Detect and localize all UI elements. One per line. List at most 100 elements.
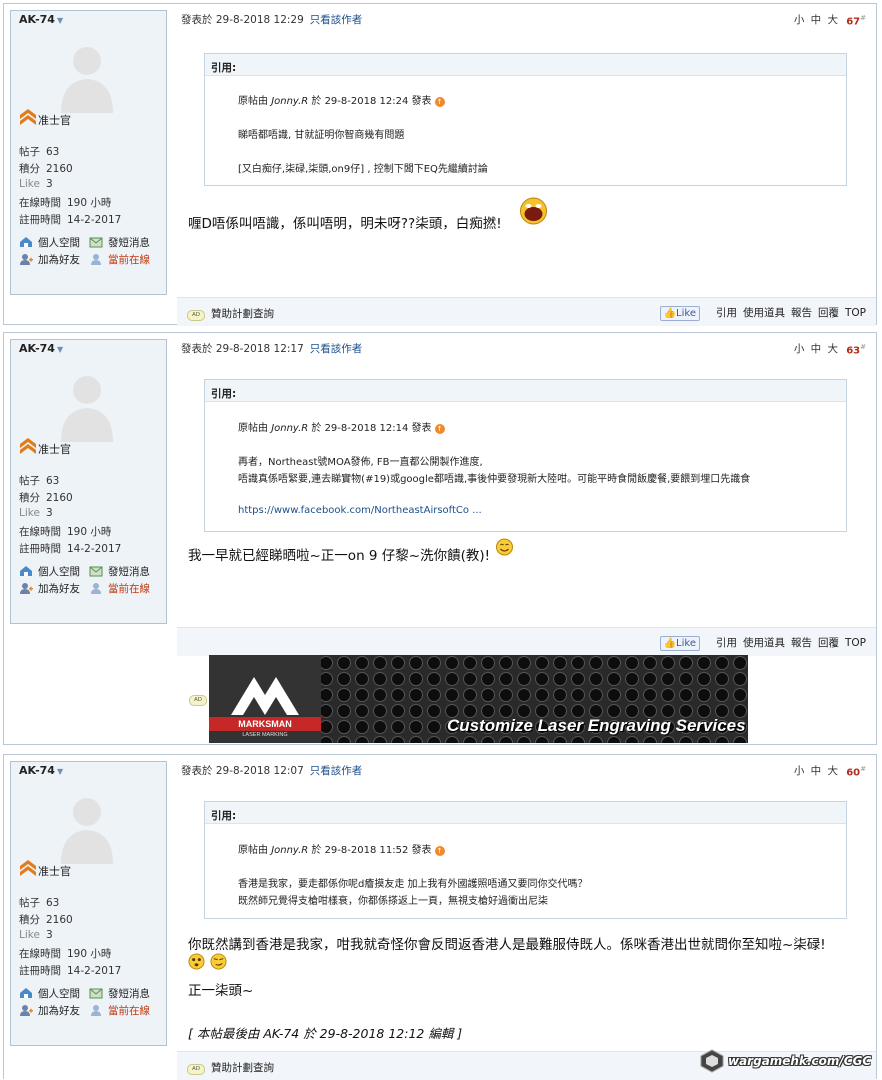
username[interactable]: AK-74 ▼ bbox=[19, 342, 63, 355]
angry-smiley-icon bbox=[520, 197, 547, 225]
chevron-down-icon[interactable]: ▼ bbox=[57, 16, 63, 25]
watermark-logo-icon bbox=[700, 1049, 724, 1073]
top-action[interactable]: TOP bbox=[845, 637, 866, 649]
stat-reg: 註冊時間 14-2-2017 bbox=[19, 543, 122, 555]
username[interactable]: AK-74 ▼ bbox=[19, 13, 63, 26]
grin-smiley-icon bbox=[496, 538, 513, 556]
mail-icon bbox=[89, 566, 103, 577]
floor-number[interactable]: 67# bbox=[846, 14, 866, 27]
only-author-link[interactable]: 只看該作者 bbox=[310, 343, 363, 355]
quote-line: 香港是我家，要走都係你呢d癐摸友走 加上我有外國護照唔通又要同你交代嗎？ bbox=[238, 879, 588, 890]
add-user-icon bbox=[20, 254, 33, 265]
add-user-icon bbox=[20, 583, 33, 594]
font-size-switch[interactable]: 小 中 大 bbox=[794, 12, 838, 27]
post-body: 你既然講到香港是我家，咁我就奇怪你會反問返香港人是最難服侍既人。係咪香港出世就問… bbox=[188, 937, 826, 953]
ad-brand: MARKSMAN bbox=[238, 719, 292, 729]
ad-badge-icon: AD bbox=[187, 310, 205, 321]
ad-banner[interactable]: MARKSMAN LASER MARKING Customize Laser E… bbox=[209, 655, 748, 743]
avatar[interactable] bbox=[55, 41, 119, 113]
sponsor-link[interactable]: AD 贊助計劃查詢 bbox=[187, 1060, 274, 1075]
goto-post-icon[interactable]: ↑ bbox=[434, 846, 445, 856]
sponsor-link[interactable]: AD 贊助計劃查詢 bbox=[187, 306, 274, 321]
rank-chevron-icon bbox=[20, 109, 36, 125]
quote-block: 引用: 原帖由 Jonny.R 於 29-8-2018 12:14 發表 ↑ 再者… bbox=[204, 379, 847, 532]
quote-author[interactable]: Jonny.R bbox=[271, 845, 308, 856]
rank-chevron-icon bbox=[20, 438, 36, 454]
like-button[interactable]: 👍Like bbox=[659, 636, 700, 651]
user-online-icon bbox=[91, 1005, 101, 1016]
message-link[interactable]: 發短消息 bbox=[89, 986, 150, 1001]
top-action[interactable]: TOP bbox=[845, 307, 866, 319]
stat-points: 積分 2160 bbox=[19, 163, 73, 175]
use-item-action[interactable]: 使用道具 bbox=[743, 307, 785, 319]
font-size-switch[interactable]: 小 中 大 bbox=[794, 341, 838, 356]
quote-action[interactable]: 引用 bbox=[716, 637, 737, 649]
quote-line: 唔識真係唔緊要,連去睇實物(#19)或google都唔識,事後仲要發現新大陸咁。… bbox=[238, 474, 751, 485]
floor-number[interactable]: 60# bbox=[846, 765, 866, 778]
user-sidebar: AK-74 ▼ 准士官 帖子 63 積分 2160 Like 3 在線時間 190 小時 … bbox=[10, 761, 167, 1046]
goto-post-icon[interactable]: ↑ bbox=[434, 97, 445, 107]
home-icon bbox=[20, 566, 32, 576]
quote-line: 既然師兄覺得支槍咁樣衰，你都係搽返上一頁，無視支槍好過衝出尼柒 bbox=[238, 896, 548, 907]
use-item-action[interactable]: 使用道具 bbox=[743, 637, 785, 649]
goto-post-icon[interactable]: ↑ bbox=[434, 424, 445, 434]
online-status: 當前在線 bbox=[89, 252, 150, 267]
report-action[interactable]: 報告 bbox=[791, 307, 812, 319]
user-online-icon bbox=[91, 254, 101, 265]
username[interactable]: AK-74 ▼ bbox=[19, 764, 63, 777]
quote-url-link[interactable]: https://www.facebook.com/NortheastAirsof… bbox=[238, 505, 482, 516]
post-60: AK-74 ▼ 准士官 帖子 63 積分 2160 Like 3 在線時間 190 小時 … bbox=[3, 754, 877, 1080]
report-action[interactable]: 報告 bbox=[791, 637, 812, 649]
home-icon bbox=[20, 988, 32, 998]
post-meta: 發表於 29-8-2018 12:07 只看該作者 bbox=[181, 763, 362, 778]
quote-line: 睇唔都唔識, 甘就証明你智商幾有問題 bbox=[238, 130, 405, 141]
post-meta: 發表於 29-8-2018 12:29 只看該作者 bbox=[181, 12, 362, 27]
floor-number[interactable]: 63# bbox=[846, 343, 866, 356]
add-user-icon bbox=[20, 1005, 33, 1016]
stat-posts: 帖子 63 bbox=[19, 897, 60, 909]
avatar[interactable] bbox=[55, 792, 119, 864]
only-author-link[interactable]: 只看該作者 bbox=[310, 14, 363, 26]
quote-label: 引用: bbox=[205, 802, 846, 824]
rank-chevron-icon bbox=[20, 860, 36, 876]
space-link[interactable]: 個人空間 bbox=[19, 986, 80, 1001]
quote-origin: 原帖由 Jonny.R 於 29-8-2018 12:14 發表 ↑ bbox=[238, 419, 445, 434]
post-body: 喱D唔係叫唔識，係叫唔明，明未呀??柒頭，白痴撚! bbox=[188, 216, 502, 232]
ad-badge-icon: AD bbox=[189, 695, 207, 706]
space-link[interactable]: 個人空間 bbox=[19, 235, 80, 250]
smirk-smiley-icon bbox=[210, 953, 227, 970]
stat-like: Like 3 bbox=[19, 929, 53, 941]
chevron-down-icon[interactable]: ▼ bbox=[57, 767, 63, 776]
message-link[interactable]: 發短消息 bbox=[89, 564, 150, 579]
like-button[interactable]: 👍Like bbox=[659, 306, 700, 321]
reply-action[interactable]: 回覆 bbox=[818, 637, 839, 649]
quote-origin: 原帖由 Jonny.R 於 29-8-2018 12:24 發表 ↑ bbox=[238, 92, 445, 107]
avatar[interactable] bbox=[55, 370, 119, 442]
user-sidebar: AK-74 ▼ 准士官 帖子 63 積分 2160 Like 3 在線時間 190 小時 … bbox=[10, 339, 167, 624]
post-time: 發表於 29-8-2018 12:17 bbox=[181, 343, 304, 355]
post-time: 發表於 29-8-2018 12:07 bbox=[181, 765, 304, 777]
quote-action[interactable]: 引用 bbox=[716, 307, 737, 319]
stat-reg: 註冊時間 14-2-2017 bbox=[19, 214, 122, 226]
quote-line: 再者，Northeast號MOA發佈, FB一直都公開製作進度, bbox=[238, 457, 483, 468]
post-time: 發表於 29-8-2018 12:29 bbox=[181, 14, 304, 26]
reply-action[interactable]: 回覆 bbox=[818, 307, 839, 319]
rank-label: 准士官 bbox=[38, 865, 71, 878]
home-icon bbox=[20, 237, 32, 247]
only-author-link[interactable]: 只看該作者 bbox=[310, 765, 363, 777]
watermark: wargamehk.com/CGC bbox=[700, 1048, 878, 1076]
add-friend-link[interactable]: 加為好友 bbox=[19, 581, 80, 596]
add-friend-link[interactable]: 加為好友 bbox=[19, 1003, 80, 1018]
ad-tagline: Customize Laser Engraving Services bbox=[447, 716, 746, 735]
font-size-switch[interactable]: 小 中 大 bbox=[794, 763, 838, 778]
add-friend-link[interactable]: 加為好友 bbox=[19, 252, 80, 267]
space-link[interactable]: 個人空間 bbox=[19, 564, 80, 579]
message-link[interactable]: 發短消息 bbox=[89, 235, 150, 250]
rank-label: 准士官 bbox=[38, 114, 71, 127]
chevron-down-icon[interactable]: ▼ bbox=[57, 345, 63, 354]
quote-author[interactable]: Jonny.R bbox=[271, 423, 308, 434]
watermark-text: wargamehk.com/CGC bbox=[728, 1054, 872, 1068]
stat-posts: 帖子 63 bbox=[19, 146, 60, 158]
quote-author[interactable]: Jonny.R bbox=[271, 96, 308, 107]
user-sidebar: AK-74 ▼ 准士官 帖子 63 積分 2160 Like 3 在線時間 190 小時 … bbox=[10, 10, 167, 295]
